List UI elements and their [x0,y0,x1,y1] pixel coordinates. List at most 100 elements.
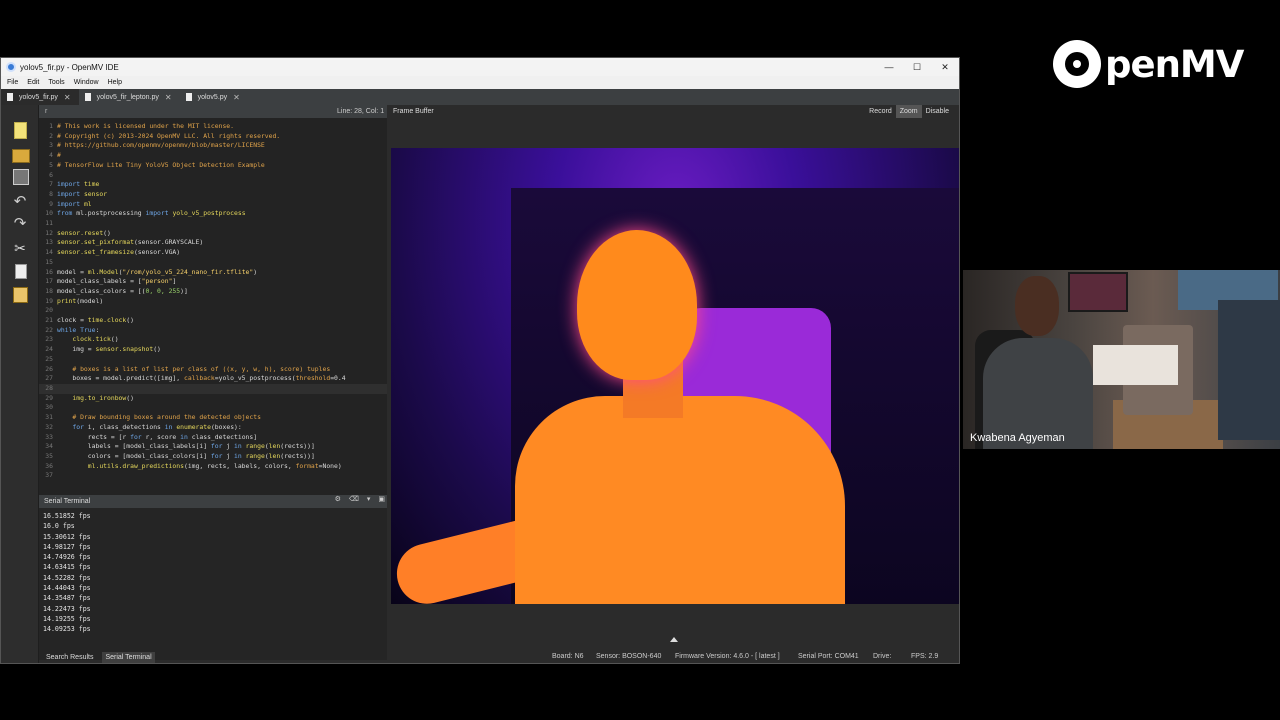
serial-terminal-output[interactable]: 16.51852 fps 16.0 fps 15.30612 fps 14.98127… [43,511,91,635]
code-line[interactable]: 17 model_class_labels = ["person"] [39,277,387,287]
collapse-icon[interactable]: ▾ [367,495,371,503]
code-token: (sensor.VGA) [133,248,181,257]
tab-yolov5-fir[interactable]: yolov5_fir.py ✕ [1,89,79,105]
output-pane-tabs: Search Results Serial Terminal [39,649,387,663]
terminal-line: 14.44043 fps [43,584,91,593]
code-token: 0, 0, 255 [145,286,181,295]
clear-icon[interactable]: ⌫ [349,495,359,503]
line-number: 14 [45,248,53,257]
code-line[interactable]: 14 sensor.set_framesize(sensor.VGA) [39,248,387,258]
code-line[interactable]: 16 model = ml.Model("/rom/yolo_v5_224_nan… [39,268,387,278]
menu-window[interactable]: Window [74,79,99,86]
line-number: 21 [45,316,53,325]
terminal-line: 14.19255 fps [43,614,91,623]
code-line[interactable]: 6 [39,171,387,181]
tab-yolov5[interactable]: yolov5.py ✕ [180,89,248,105]
symbol-selector[interactable]: r [45,108,47,115]
copy-icon[interactable] [11,263,29,281]
code-line[interactable]: 20 [39,306,387,316]
file-icon [84,93,91,101]
code-line[interactable]: 13 sensor.set_pixformat(sensor.GRAYSCALE) [39,238,387,248]
code-line[interactable]: 9 import ml [39,200,387,210]
close-tab-icon[interactable]: ✕ [64,93,71,102]
code-line[interactable]: 31 # Draw bounding boxes around the dete… [39,413,387,423]
code-line[interactable]: 4 # [39,151,387,161]
code-line[interactable]: 18 model_class_colors = [(0, 0, 255)] [39,287,387,297]
code-line[interactable]: 29 img.to_ironbow() [39,394,387,404]
code-editor[interactable]: r 1 # This work is licensed under the MIT… [39,105,387,495]
code-token: ml.Model [87,267,119,276]
save-icon[interactable] [11,167,29,185]
menu-edit[interactable]: Edit [27,79,39,86]
close-tab-icon[interactable]: ✕ [165,93,172,102]
undo-icon[interactable]: ↶ [11,193,29,211]
code-token: threshold [295,374,331,383]
code-line[interactable]: 1 # This work is licensed under the MIT l… [39,122,387,132]
open-folder-icon[interactable] [11,145,30,163]
menu-file[interactable]: File [7,79,18,86]
code-line[interactable]: 33 rects = [r for r, score in class_dete… [39,433,387,443]
close-tab-icon[interactable]: ✕ [233,93,240,102]
code-line[interactable]: 37 [39,471,387,481]
drive-status: Drive: [873,653,892,660]
line-number: 8 [49,189,53,198]
minimize-button[interactable]: — [875,58,903,76]
code-token: import [145,209,169,218]
code-line[interactable]: 32 for i, class_detections in enumerate(… [39,423,387,433]
firmware-status[interactable]: Firmware Version: 4.6.0 - [ latest ] [675,653,780,660]
code-line[interactable]: 7 import time [39,180,387,190]
code-line[interactable]: 24 img = sensor.snapshot() [39,345,387,355]
code-line[interactable]: 10 from ml.postprocessing import yolo_v5_… [39,209,387,219]
code-line[interactable]: 28 [39,383,387,394]
code-line[interactable]: 15 [39,258,387,268]
cut-icon[interactable]: ✂ [11,239,29,257]
code-line[interactable]: 35 colors = [model_class_colors[i] for j… [39,452,387,462]
code-token: )] [180,286,188,295]
code-token: range [245,451,265,460]
terminal-line: 14.22473 fps [43,604,91,613]
paste-icon[interactable] [11,285,29,303]
code-token: () [126,393,134,402]
code-text[interactable]: 1 # This work is licensed under the MIT l… [39,122,387,481]
menu-tools[interactable]: Tools [48,79,64,86]
code-token: print [57,296,77,305]
disable-button[interactable]: Disable [922,105,953,118]
code-line[interactable]: 8 import sensor [39,190,387,200]
tab-serial-terminal[interactable]: Serial Terminal [102,651,155,663]
settings-icon[interactable]: ⚙ [335,495,341,503]
close-panel-icon[interactable]: ▣ [378,495,385,503]
code-line[interactable]: 23 clock.tick() [39,335,387,345]
tab-yolov5-fir-lepton[interactable]: yolov5_fir_lepton.py ✕ [79,89,180,105]
code-line[interactable]: 25 [39,355,387,365]
code-line[interactable]: 3 # https://github.com/openmv/openmv/blob… [39,141,387,151]
code-line[interactable]: 12 sensor.reset() [39,229,387,239]
code-line[interactable]: 2 # Copyright (c) 2013-2024 OpenMV LLC. A… [39,132,387,142]
zoom-button[interactable]: Zoom [895,105,922,118]
code-line[interactable]: 22 while True: [39,326,387,336]
code-token: (img, rects, labels, colors, [183,461,296,470]
code-line[interactable]: 21 clock = time.clock() [39,316,387,326]
code-line[interactable]: 5 # TensorFlow Lite Tiny YoloV5 Object De… [39,161,387,171]
tab-search-results[interactable]: Search Results [43,652,96,663]
expand-arrow-icon[interactable] [670,637,678,642]
sensor-status[interactable]: Sensor: BOSON-640 [596,653,661,660]
line-number: 32 [45,422,53,431]
code-line[interactable]: 26 # boxes is a list of list per class o… [39,365,387,375]
code-line[interactable]: 27 boxes = model.predict([img], callback… [39,374,387,384]
maximize-button[interactable]: ☐ [903,58,931,76]
code-line[interactable]: 19 print(model) [39,297,387,307]
redo-icon[interactable]: ↷ [11,215,29,233]
line-number: 35 [45,451,53,460]
code-line[interactable]: 11 [39,219,387,229]
code-token: j [222,442,234,451]
code-line[interactable]: 30 [39,403,387,413]
new-file-icon[interactable] [11,121,29,139]
menu-help[interactable]: Help [108,79,122,86]
code-token: sensor.set_framesize [57,248,134,257]
connect-icon[interactable]: ⚡ [11,663,29,664]
close-button[interactable]: ✕ [931,58,959,76]
terminal-line: 14.35487 fps [43,594,91,603]
code-line[interactable]: 36 ml.utils.draw_predictions(img, rects,… [39,462,387,472]
code-line[interactable]: 34 labels = [model_class_labels[i] for j… [39,442,387,452]
record-button[interactable]: Record [865,105,896,118]
